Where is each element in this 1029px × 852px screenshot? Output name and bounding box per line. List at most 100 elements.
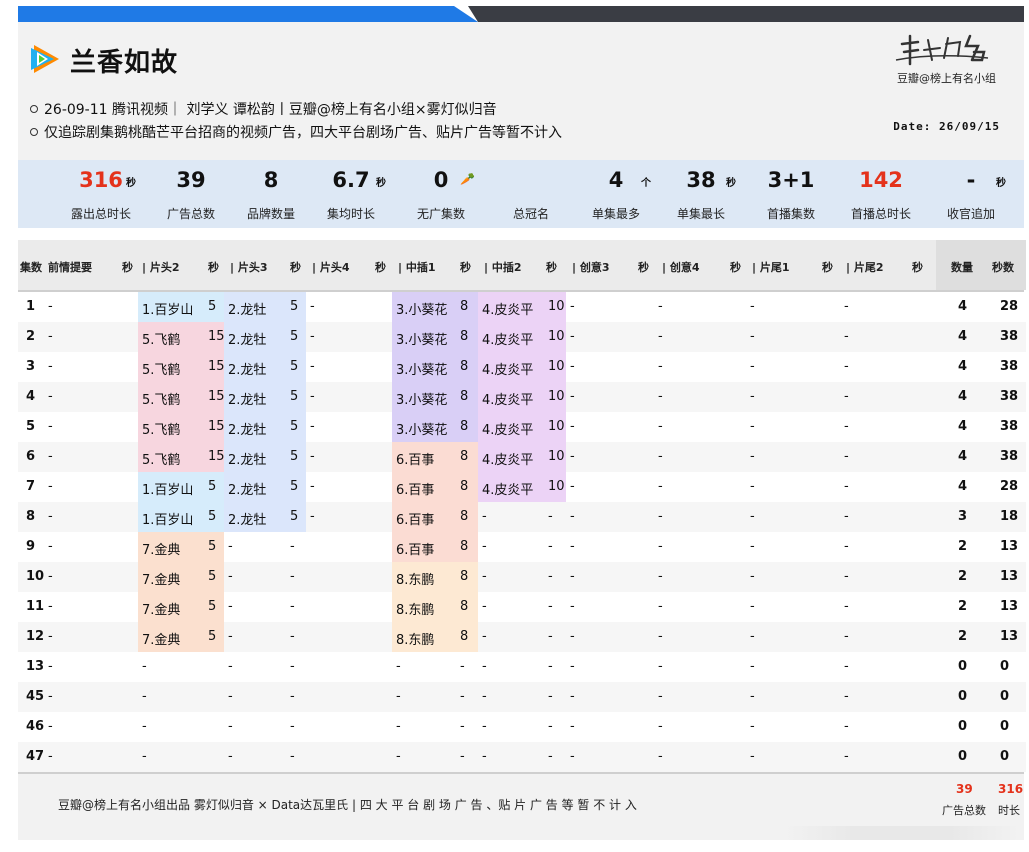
cell-h3: - xyxy=(228,719,233,734)
cell-total: 0 xyxy=(1000,719,1010,734)
cell-h2: 1.百岁山 xyxy=(142,483,194,498)
header-h2: | 片头2 xyxy=(142,261,180,274)
cell-count: 0 xyxy=(958,689,968,704)
cell-m1: - xyxy=(396,719,401,734)
stat-label: 广告总数 xyxy=(166,207,215,221)
stat-label: 总冠名 xyxy=(512,207,549,221)
cell-e1: - xyxy=(750,329,755,344)
header-sec: 秒 xyxy=(638,261,649,274)
cell-count: 0 xyxy=(958,659,968,674)
bullet-circle-icon xyxy=(30,105,38,113)
cell-h4: - xyxy=(310,329,315,344)
table-row: 12-7.金典 5- -8.东鹏 8- - - - - -2 13 xyxy=(18,622,1026,652)
cell-m2s: 10 xyxy=(548,389,565,404)
cell-m2s: 10 xyxy=(548,449,565,464)
page-title: 兰香如故 xyxy=(70,48,179,78)
cell-count: 4 xyxy=(958,299,968,314)
cell-m1s: 8 xyxy=(460,389,469,404)
cell-e2: - xyxy=(844,749,849,764)
header-e1: | 片尾1 xyxy=(752,261,790,274)
cell-m1s: 8 xyxy=(460,509,469,524)
cell-h3: - xyxy=(228,629,233,644)
cell-c3: - xyxy=(570,569,575,584)
cell-m2: 4.皮炎平 xyxy=(482,483,534,498)
cell-m1: - xyxy=(396,749,401,764)
cell-recap: - xyxy=(48,509,53,524)
cell-e1: - xyxy=(750,719,755,734)
header-ep: 集数 xyxy=(20,261,42,274)
cell-m2s: 10 xyxy=(548,359,565,374)
cell-h3s: 5 xyxy=(290,359,299,374)
table-row: 7-1.百岁山 5 2.龙牡 5-6.百事 8 4.皮炎平 10- - - -4 28 xyxy=(18,472,1026,502)
cell-recap: - xyxy=(48,449,53,464)
table-row: 1-1.百岁山 5 2.龙牡 5-3.小葵花 8 4.皮炎平 10- - - -4 28 xyxy=(18,292,1026,322)
table-row: 5-5.飞鹤 15 2.龙牡 5-3.小葵花 8 4.皮炎平 10- - - -4 38 xyxy=(18,412,1026,442)
cell-m2: 4.皮炎平 xyxy=(482,423,534,438)
stats-summary: 316 秒露出总时长 39 广告总数 8 品牌数量 6.7 秒集均时长 0 无广集数 总冠名 4 个单集… xyxy=(18,160,1024,228)
cell-h4: - xyxy=(310,419,315,434)
cell-ep: 7 xyxy=(26,479,36,494)
cell-ep: 45 xyxy=(26,689,45,704)
cell-h2: 5.飞鹤 xyxy=(142,453,181,468)
cell-c4: - xyxy=(658,599,663,614)
cell-c4: - xyxy=(658,569,663,584)
cell-m2s: 10 xyxy=(548,329,565,344)
cell-m2: - xyxy=(482,569,487,584)
cell-m2s: - xyxy=(548,749,553,764)
cell-h4: - xyxy=(310,449,315,464)
cell-total: 38 xyxy=(1000,419,1019,434)
ad-table: 集数 前情提要 秒 | 片头2 秒 | 片头3 秒 | 片头4 秒 | 中插1 秒 | 中插2 秒 | 创… xyxy=(18,240,1026,772)
cell-recap: - xyxy=(48,659,53,674)
cell-c4: - xyxy=(658,539,663,554)
cell-recap: - xyxy=(48,689,53,704)
cell-e2: - xyxy=(844,449,849,464)
cell-m1: 3.小葵花 xyxy=(396,333,448,348)
cell-m2: 4.皮炎平 xyxy=(482,393,534,408)
cell-m1: 6.百事 xyxy=(396,543,435,558)
stat-label: 单集最长 xyxy=(676,207,725,221)
cell-c3: - xyxy=(570,329,575,344)
table-row: 9-7.金典 5- -6.百事 8- - - - - -2 13 xyxy=(18,532,1026,562)
cell-h4: - xyxy=(310,479,315,494)
cell-e2: - xyxy=(844,419,849,434)
summary-cell-bg xyxy=(936,682,1026,712)
brand-subtitle: 豆瓣@榜上有名小组 xyxy=(897,72,996,85)
cell-c3: - xyxy=(570,689,575,704)
cell-m1s: 8 xyxy=(460,299,469,314)
cell-total: 0 xyxy=(1000,659,1010,674)
cell-recap: - xyxy=(48,599,53,614)
cell-h3s: 5 xyxy=(290,449,299,464)
cell-recap: - xyxy=(48,719,53,734)
cell-h2: - xyxy=(142,749,147,764)
header-h3: | 片头3 xyxy=(230,261,268,274)
header-m2: | 中插2 xyxy=(484,261,522,274)
cell-e2: - xyxy=(844,539,849,554)
table-row: 46- - - - - - - - - - - -0 0 xyxy=(18,712,1026,742)
cell-e2: - xyxy=(844,329,849,344)
cell-c3: - xyxy=(570,449,575,464)
cell-count: 2 xyxy=(958,569,968,584)
cell-h3: 2.龙牡 xyxy=(228,513,267,528)
cell-m1s: 8 xyxy=(460,479,469,494)
cell-h3s: 5 xyxy=(290,299,299,314)
cell-m2: - xyxy=(482,659,487,674)
table-row: 3-5.飞鹤 15 2.龙牡 5-3.小葵花 8 4.皮炎平 10- - - -4 38 xyxy=(18,352,1026,382)
cell-e2: - xyxy=(844,659,849,674)
cell-e1: - xyxy=(750,419,755,434)
cell-e1: - xyxy=(750,479,755,494)
cell-recap: - xyxy=(48,569,53,584)
cell-c4: - xyxy=(658,419,663,434)
cell-count: 2 xyxy=(958,599,968,614)
cell-c3: - xyxy=(570,509,575,524)
cell-c3: - xyxy=(570,719,575,734)
table-row: 4-5.飞鹤 15 2.龙牡 5-3.小葵花 8 4.皮炎平 10- - - -4 38 xyxy=(18,382,1026,412)
header-sec: 秒 xyxy=(912,261,923,274)
cell-e2: - xyxy=(844,599,849,614)
header-e2: | 片尾2 xyxy=(846,261,884,274)
footer-seconds-label: 时长 xyxy=(998,804,1020,817)
cell-h3: 2.龙牡 xyxy=(228,303,267,318)
cell-h3s: 5 xyxy=(290,479,299,494)
cell-m2s: - xyxy=(548,509,553,524)
cell-e2: - xyxy=(844,359,849,374)
stat-10: - 秒收官追加 xyxy=(928,160,1014,228)
